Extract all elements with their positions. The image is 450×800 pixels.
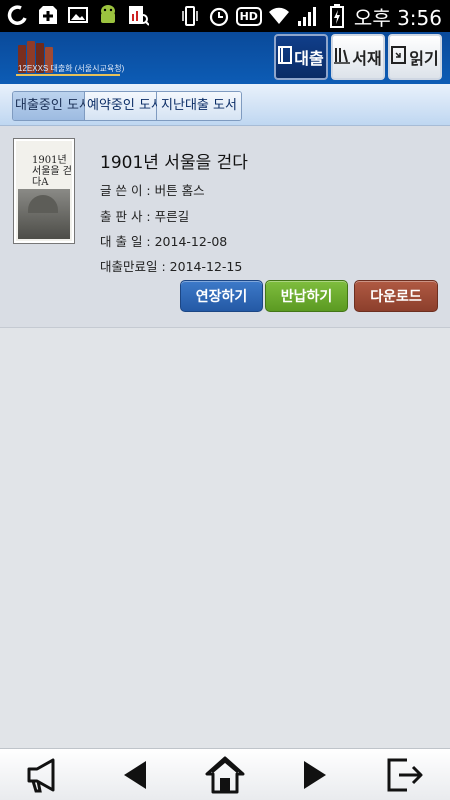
bookshelf-icon (334, 46, 351, 68)
bottom-nav (0, 748, 450, 800)
subtab-current-loans[interactable]: 대출중인 도서 (13, 92, 91, 120)
status-time: 오후 3:56 (353, 5, 442, 30)
book-card: 1901년 서울을 걷다A 1901년 서울을 걷다 글 쓴 이 : 버튼 홈스… (0, 126, 450, 328)
publisher-value: 푸른길 (154, 209, 190, 224)
author-label: 글 쓴 이 : (100, 183, 155, 198)
book-icon (278, 46, 293, 68)
due-date-label: 대출만료일 : (100, 259, 170, 274)
chart-search-icon (126, 3, 150, 27)
battery-icon (325, 4, 349, 28)
due-date-row: 대출만료일 : 2014-12-15 (100, 256, 242, 275)
tab-library[interactable]: 서재 (331, 34, 385, 80)
read-icon (391, 46, 407, 68)
logout-icon[interactable] (375, 751, 435, 799)
loan-date-value: 2014-12-08 (154, 234, 228, 249)
alarm-icon (207, 4, 231, 28)
book-cover[interactable]: 1901년 서울을 걷다A (13, 138, 75, 244)
vibrate-icon (178, 4, 202, 28)
due-date-value: 2014-12-15 (169, 259, 243, 274)
wifi-icon (267, 4, 291, 28)
megaphone-icon[interactable] (15, 751, 75, 799)
subtab-past-loans[interactable]: 지난대출 도서 (157, 92, 241, 120)
logo-text: 12EXXS 대출화 (서울시교육청) (18, 64, 125, 73)
publisher-row: 출 판 사 : 푸른길 (100, 206, 189, 225)
subtab-reserved[interactable]: 예약중인 도서 (85, 92, 163, 120)
forward-icon[interactable] (285, 751, 345, 799)
loan-date-row: 대 출 일 : 2014-12-08 (100, 231, 227, 250)
author-row: 글 쓴 이 : 버튼 홈스 (100, 180, 205, 199)
author-value: 버튼 홈스 (154, 183, 205, 198)
tab-loan-label: 대출 (294, 49, 324, 68)
cover-text: 1901년 서울을 걷다A (32, 155, 72, 188)
publisher-label: 출 판 사 : (100, 209, 155, 224)
tab-read-label: 읽기 (409, 49, 439, 68)
book-title: 1901년 서울을 걷다 (100, 153, 248, 173)
back-icon[interactable] (105, 751, 165, 799)
image-icon (66, 3, 90, 27)
status-bar: HD 오후 3:56 (0, 0, 450, 32)
tab-read[interactable]: 읽기 (388, 34, 442, 80)
main-nav-tabs: 대출 서재 읽기 (274, 34, 442, 80)
subtabs-bar: 대출중인 도서 예약중인 도서 지난대출 도서 (0, 84, 450, 126)
return-button[interactable]: 반납하기 (265, 280, 348, 312)
g-app-icon (6, 3, 30, 27)
app-header: 12EXXS 대출화 (서울시교육청) 대출 서재 읽기 (0, 32, 450, 84)
extend-button[interactable]: 연장하기 (180, 280, 263, 312)
tab-library-label: 서재 (352, 49, 382, 68)
loan-date-label: 대 출 일 : (100, 234, 155, 249)
android-icon (96, 3, 120, 27)
signal-icon (296, 4, 320, 28)
plus-icon (36, 3, 60, 27)
tab-loan[interactable]: 대출 (274, 34, 328, 80)
hd-icon: HD (235, 6, 262, 26)
home-icon[interactable] (195, 751, 255, 799)
download-button[interactable]: 다운로드 (354, 280, 438, 312)
app-logo[interactable]: 12EXXS 대출화 (서울시교육청) (10, 37, 124, 77)
